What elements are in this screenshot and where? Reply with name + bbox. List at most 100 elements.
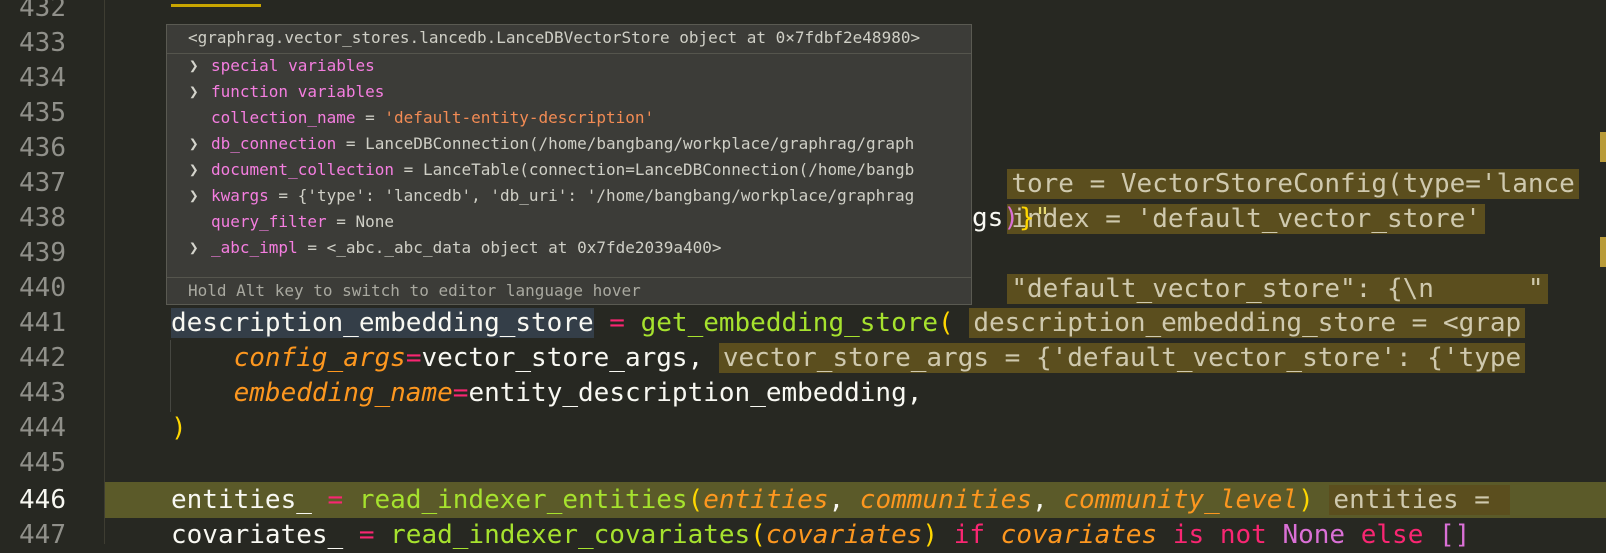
line-number: 447: [19, 520, 66, 550]
inline-value-hint: description_embedding_store = <grap: [969, 308, 1526, 338]
code-token: gs: [972, 203, 1004, 233]
bracket-match-marker: [171, 4, 261, 7]
hover-title: <graphrag.vector_stores.lancedb.LanceDBV…: [188, 28, 921, 47]
code-token-variable: description_embedding_store: [171, 308, 594, 338]
variable-equals: =: [326, 212, 356, 231]
variable-value: LanceTable(connection=LanceDBConnection(…: [422, 160, 915, 179]
line-number: 437: [19, 168, 66, 198]
line-number: 444: [19, 413, 66, 443]
code-token-parameter: covariates: [1000, 520, 1158, 550]
code-token-function: get_embedding_store: [640, 308, 939, 338]
code-line-443[interactable]: embedding_name=entity_description_embedd…: [171, 375, 923, 411]
variable-value: {'type': 'lancedb', 'db_uri': '/home/ban…: [297, 186, 915, 205]
code-token-paren: ): [1298, 485, 1314, 515]
code-line-438[interactable]: gs)}": [972, 200, 1050, 236]
line-number: 443: [19, 378, 66, 408]
code-token-paren: (: [938, 308, 954, 338]
code-line-437[interactable]: index = 'default_vector_store': [976, 165, 1485, 234]
variable-name: kwargs: [211, 186, 269, 205]
code-line-444[interactable]: ): [171, 410, 187, 446]
variable-name: query_filter: [211, 212, 327, 231]
code-token-parameter: entities: [703, 485, 829, 515]
code-token: vector_store_args,: [421, 343, 719, 373]
code-token-parameter: covariates: [765, 520, 923, 550]
inline-value-hint: index = 'default_vector_store': [1007, 204, 1485, 234]
line-number: 433: [19, 28, 66, 58]
code-line-441[interactable]: description_embedding_store = get_embedd…: [171, 305, 1526, 341]
code-line-446[interactable]: entities_ = read_indexer_entities(entiti…: [171, 482, 1510, 518]
line-number-current: 446: [19, 485, 66, 515]
code-token-keyword: else: [1345, 520, 1439, 550]
variable-name: db_connection: [211, 134, 337, 153]
code-token-paren: (: [687, 485, 704, 515]
code-token-parameter: communities: [859, 485, 1032, 515]
code-token-operator: =: [452, 378, 469, 408]
chevron-right-icon[interactable]: ❯: [189, 157, 199, 183]
overview-ruler-marker: [1600, 132, 1606, 162]
hover-divider: [167, 277, 971, 278]
line-number: 432: [19, 0, 66, 23]
code-token-function: read_indexer_entities: [358, 485, 688, 515]
overview-ruler-marker: [1600, 237, 1606, 267]
code-token-keyword: is not: [1157, 520, 1283, 550]
line-number: 445: [19, 448, 66, 478]
code-token-variable: entities_: [171, 485, 312, 515]
code-token-constant: None: [1282, 520, 1346, 550]
inline-value-hint: "default_vector_store": {\n ": [1007, 274, 1548, 304]
code-token-parameter: embedding_name: [233, 378, 453, 408]
line-number: 440: [19, 273, 66, 303]
variable-equals: =: [355, 108, 385, 127]
variable-value: 'default-entity-description': [384, 108, 655, 127]
code-token: entity_description_embedding,: [468, 378, 923, 408]
code-token: }: [1018, 203, 1035, 233]
code-token-paren: ): [922, 520, 939, 550]
code-token-function: read_indexer_covariates: [390, 520, 751, 550]
code-token-operator: =: [593, 308, 641, 338]
line-number: 434: [19, 63, 66, 93]
line-number: 441: [19, 308, 66, 338]
variable-value: None: [355, 212, 395, 231]
inline-value-hint: entities =: [1329, 485, 1510, 515]
code-token-operator: =: [311, 485, 359, 515]
variable-equals: =: [297, 238, 327, 257]
variable-equals: =: [394, 160, 423, 179]
line-number: 439: [19, 238, 66, 268]
variable-name: collection_name: [211, 108, 356, 127]
chevron-right-icon[interactable]: ❯: [189, 183, 199, 209]
variable-equals: =: [336, 134, 366, 153]
code-token: ,: [828, 485, 860, 515]
code-line-436[interactable]: tore = VectorStoreConfig(type='lance: [976, 130, 1579, 199]
variable-name: _abc_impl: [211, 238, 298, 257]
code-token: ,: [1031, 485, 1064, 515]
variable-equals: =: [268, 186, 298, 205]
hover-footer-hint: Hold Alt key to switch to editor languag…: [188, 281, 641, 300]
chevron-right-icon[interactable]: ❯: [189, 53, 199, 79]
code-token-parameter: community_level: [1063, 485, 1299, 515]
variable-value: LanceDBConnection(/home/bangbang/workpla…: [365, 134, 915, 153]
code-token: []: [1439, 520, 1471, 550]
variable-name: function variables: [211, 82, 385, 101]
code-token-keyword: if: [938, 520, 1001, 550]
chevron-right-icon[interactable]: ❯: [189, 79, 199, 105]
chevron-right-icon[interactable]: ❯: [189, 131, 199, 157]
code-token-variable: covariates_: [171, 520, 344, 550]
variable-name: special variables: [211, 56, 375, 75]
variable-name: document_collection: [211, 160, 395, 179]
debug-hover-popup[interactable]: <graphrag.vector_stores.lancedb.LanceDBV…: [166, 24, 972, 305]
code-token: ): [1003, 203, 1019, 233]
code-token-paren: ): [171, 413, 187, 443]
code-token-operator: =: [343, 520, 391, 550]
variable-value: <_abc._abc_data object at 0x7fde2039a400…: [326, 238, 722, 257]
code-line-442[interactable]: config_args=vector_store_args, vector_st…: [171, 340, 1526, 376]
code-token-operator: =: [405, 343, 422, 373]
code-token-paren: (: [750, 520, 766, 550]
code-line-447[interactable]: covariates_ = read_indexer_covariates(co…: [171, 517, 1470, 553]
line-number: 435: [19, 98, 66, 128]
line-number: 436: [19, 133, 66, 163]
chevron-right-icon[interactable]: ❯: [189, 235, 199, 261]
inline-value-hint: vector_store_args = {'default_vector_sto…: [718, 343, 1526, 373]
code-line-439[interactable]: "default_vector_store": {\n ": [976, 235, 1548, 304]
line-number: 442: [19, 343, 66, 373]
code-token: ": [1034, 203, 1051, 233]
line-number: 438: [19, 203, 66, 233]
